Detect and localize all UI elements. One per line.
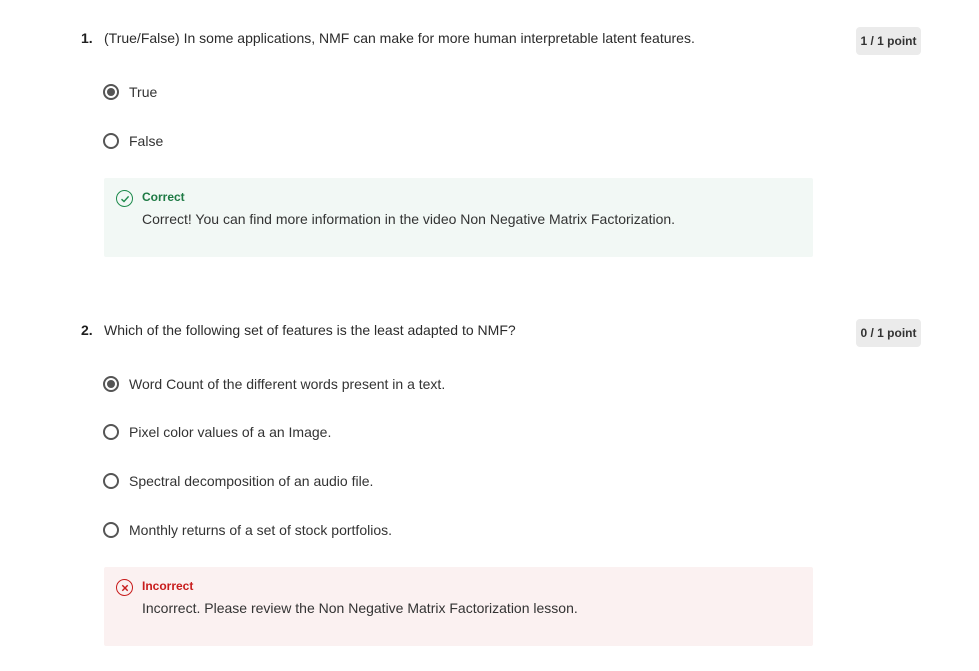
x-circle-icon <box>116 579 133 596</box>
option-pixel-color[interactable]: Pixel color values of a an Image. <box>103 422 331 442</box>
question-number: 1. <box>81 30 93 46</box>
feedback-status: Incorrect <box>142 579 194 593</box>
feedback-message: Incorrect. Please review the Non Negativ… <box>142 600 578 616</box>
question-text: Which of the following set of features i… <box>104 322 516 338</box>
option-label: True <box>129 84 158 100</box>
radio-selected-icon[interactable] <box>103 84 119 100</box>
radio-unselected-icon[interactable] <box>103 133 119 149</box>
option-label: Spectral decomposition of an audio file. <box>129 473 374 489</box>
option-true[interactable]: True <box>103 82 157 102</box>
option-spectral[interactable]: Spectral decomposition of an audio file. <box>103 471 373 491</box>
option-word-count[interactable]: Word Count of the different words presen… <box>103 374 445 394</box>
feedback-incorrect: Incorrect Incorrect. Please review the N… <box>104 567 813 646</box>
radio-unselected-icon[interactable] <box>103 473 119 489</box>
points-badge: 0 / 1 point <box>856 319 921 347</box>
question-2-header: 2. Which of the following set of features… <box>81 321 516 339</box>
option-label: Word Count of the different words presen… <box>129 376 446 392</box>
question-text: (True/False) In some applications, NMF c… <box>104 30 695 46</box>
feedback-correct: Correct Correct! You can find more infor… <box>104 178 813 257</box>
option-label: Pixel color values of a an Image. <box>129 424 332 440</box>
feedback-status: Correct <box>142 190 185 204</box>
radio-unselected-icon[interactable] <box>103 424 119 440</box>
check-circle-icon <box>116 190 133 207</box>
feedback-message: Correct! You can find more information i… <box>142 211 676 227</box>
question-number: 2. <box>81 322 93 338</box>
option-label: False <box>129 133 164 149</box>
question-1-header: 1. (True/False) In some applications, NMF… <box>81 29 695 47</box>
points-badge: 1 / 1 point <box>856 27 921 55</box>
option-false[interactable]: False <box>103 131 163 151</box>
option-monthly-returns[interactable]: Monthly returns of a set of stock portfo… <box>103 520 392 540</box>
radio-unselected-icon[interactable] <box>103 522 119 538</box>
radio-selected-icon[interactable] <box>103 376 119 392</box>
option-label: Monthly returns of a set of stock portfo… <box>129 522 393 538</box>
